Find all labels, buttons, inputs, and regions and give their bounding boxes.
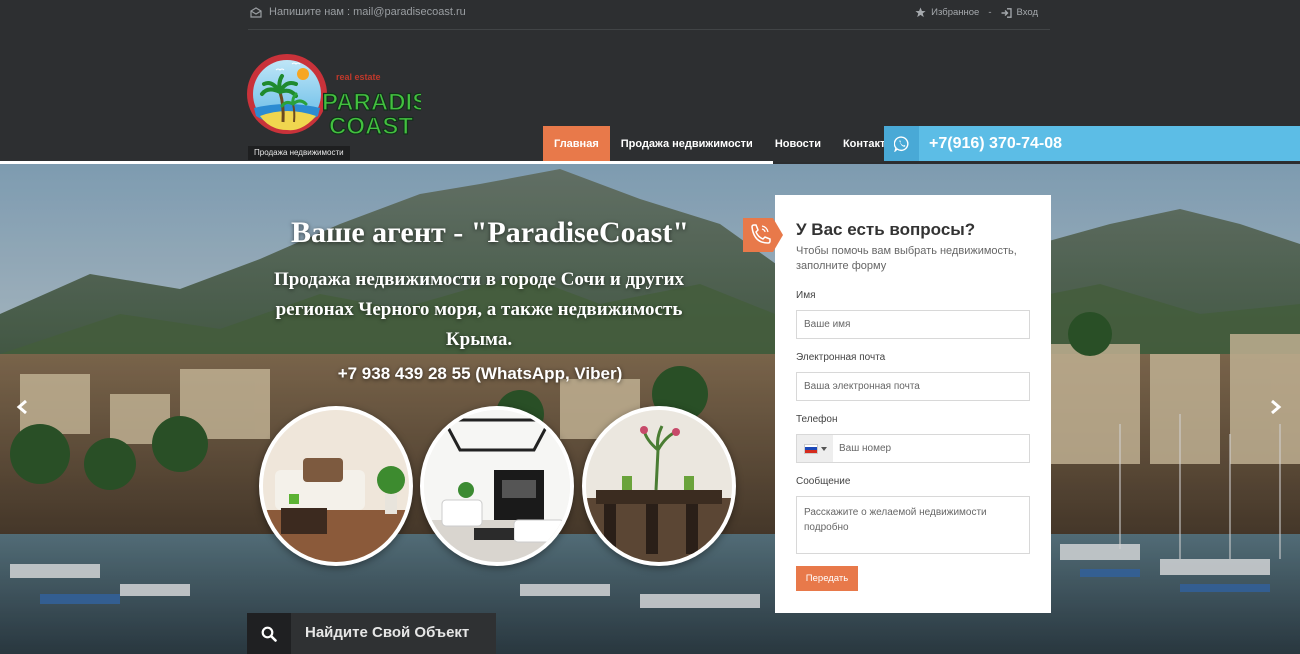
flag-ru-icon xyxy=(803,443,818,454)
phone-field[interactable] xyxy=(833,435,1029,462)
envelope-icon xyxy=(250,6,262,18)
hero-subtitle: Продажа недвижимости в городе Сочи и дру… xyxy=(273,269,685,350)
name-field[interactable] xyxy=(796,310,1030,339)
logo-tagline: Продажа недвижимости xyxy=(248,146,350,160)
hero-section: Ваше агент - "ParadiseCoast" Продажа нед… xyxy=(0,164,1300,654)
interior-photo-2 xyxy=(424,410,570,562)
nav-item-home[interactable]: Главная xyxy=(543,126,610,162)
interior-image-3[interactable] xyxy=(582,406,736,566)
topbar-email[interactable]: Напишите нам : mail@paradisecoast.ru xyxy=(250,6,466,18)
favorites-link[interactable]: Избранное xyxy=(915,7,979,18)
logo-line2: COAST xyxy=(329,113,413,140)
name-label: Имя xyxy=(796,290,816,301)
whatsapp-icon xyxy=(893,135,908,152)
interior-image-2[interactable] xyxy=(420,406,574,566)
message-field[interactable] xyxy=(796,496,1030,554)
message-label: Сообщение xyxy=(796,476,851,487)
interior-image-1[interactable] xyxy=(259,406,413,566)
login-label: Вход xyxy=(1016,7,1039,18)
whatsapp-icon-box xyxy=(884,126,919,161)
form-title: У Вас есть вопросы? xyxy=(796,220,976,239)
email-label: Электронная почта xyxy=(796,352,886,363)
login-link[interactable]: Вход xyxy=(1001,7,1039,18)
interior-photo-3 xyxy=(586,410,732,562)
nav-item-news[interactable]: Новости xyxy=(764,126,832,162)
logo-line1: PARADISE xyxy=(322,89,421,116)
contact-form: У Вас есть вопросы? Чтобы помочь вам выб… xyxy=(775,195,1051,613)
star-icon xyxy=(915,7,926,18)
phone-call-badge xyxy=(743,218,783,252)
topbar: Напишите нам : mail@paradisecoast.ru Изб… xyxy=(248,0,1050,30)
phone-bar[interactable]: +7(916) 370-74-08 xyxy=(884,126,1300,161)
caret-down-icon xyxy=(820,446,827,451)
hero-title: Ваше агент - "ParadiseCoast" xyxy=(291,216,689,249)
site-logo[interactable]: real estate PARADISE COAST xyxy=(246,50,421,145)
search-icon xyxy=(261,626,277,642)
topbar-separator: - xyxy=(988,7,992,18)
find-property-button[interactable]: Найдите Свой Объект xyxy=(247,613,496,654)
interior-photo-1 xyxy=(263,410,409,562)
search-icon-box xyxy=(247,613,291,654)
arrow-left-icon[interactable] xyxy=(12,396,34,418)
topbar-links: Избранное - Вход xyxy=(915,7,1038,18)
form-description: Чтобы помочь вам выбрать недвижимость, з… xyxy=(796,245,1017,272)
header-phone: +7(916) 370-74-08 xyxy=(929,135,1062,152)
favorites-label: Избранное xyxy=(931,7,980,18)
phone-field-wrapper xyxy=(796,434,1030,463)
email-text: Напишите нам : mail@paradisecoast.ru xyxy=(269,6,466,18)
main-nav: Главная Продажа недвижимости Новости Кон… xyxy=(543,126,906,162)
logo-small-text: real estate xyxy=(336,72,381,82)
email-field[interactable] xyxy=(796,372,1030,401)
site-header: Напишите нам : mail@paradisecoast.ru Изб… xyxy=(0,0,1300,164)
nav-item-sale[interactable]: Продажа недвижимости xyxy=(610,126,764,162)
phone-label: Телефон xyxy=(796,414,838,425)
hero-phone: +7 938 439 28 55 (WhatsApp, Viber) xyxy=(337,364,623,383)
arrow-right-icon[interactable] xyxy=(1264,396,1286,418)
login-icon xyxy=(1001,7,1012,18)
country-selector[interactable] xyxy=(797,435,833,462)
find-property-label: Найдите Свой Объект xyxy=(305,624,470,641)
submit-button[interactable]: Передать xyxy=(796,566,858,591)
